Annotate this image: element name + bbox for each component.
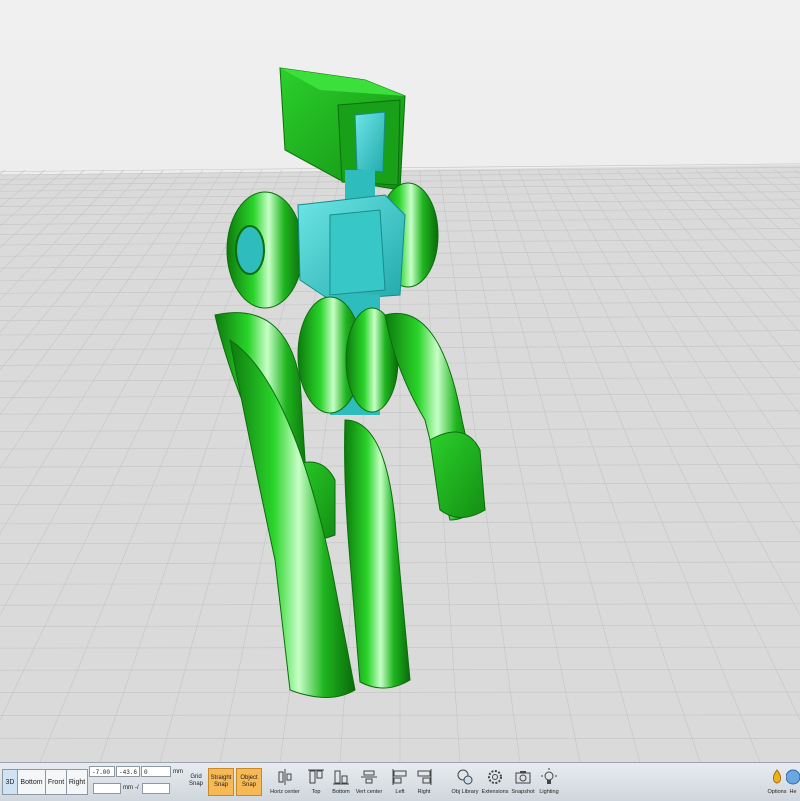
torso-front <box>330 210 385 295</box>
view-bottom-button[interactable]: Bottom <box>17 769 46 795</box>
lighting-label: Lighting <box>539 789 558 795</box>
left-shoulder-hub <box>236 226 264 274</box>
3d-viewport[interactable] <box>0 0 800 762</box>
align-right-button[interactable]: Right <box>409 766 439 798</box>
object-snap-label-2: Snap <box>242 782 256 789</box>
extensions-gear-icon <box>486 768 504 786</box>
options-flame-icon <box>768 768 786 786</box>
view-right-button[interactable]: Right <box>66 769 88 795</box>
align-horiz-center-label: Horiz center <box>270 789 300 795</box>
align-top-icon <box>307 768 325 786</box>
bottom-toolbar: 3D Bottom Front Right -7.00 -43.6 0 mm m… <box>0 762 800 801</box>
coord-y-field[interactable]: -43.6 <box>116 766 140 777</box>
align-vert-center-button[interactable]: Vert center <box>354 766 384 798</box>
help-button[interactable]: He <box>786 766 800 798</box>
lighting-button[interactable]: Lighting <box>534 766 564 798</box>
align-right-label: Right <box>418 789 431 795</box>
align-vert-center-icon <box>360 768 378 786</box>
object-snap-label-1: Object <box>240 775 257 782</box>
grid-snap-label-1: Grid <box>190 774 201 781</box>
help-globe-icon <box>786 768 800 786</box>
robot-neck <box>345 170 375 200</box>
align-left-icon <box>391 768 409 786</box>
straight-snap-label-2: Snap <box>214 782 228 789</box>
coord-z-field[interactable]: 0 <box>141 766 171 777</box>
object-snap-toggle[interactable]: Object Snap <box>236 768 262 796</box>
extensions-label: Extensions <box>482 789 509 795</box>
options-label: Options <box>768 789 787 795</box>
straight-snap-toggle[interactable]: Straight Snap <box>208 768 234 796</box>
angle-field[interactable] <box>142 783 170 794</box>
angle-separator: -/ <box>135 785 139 791</box>
help-label: He <box>789 789 796 795</box>
align-bottom-icon <box>332 768 350 786</box>
size-unit-label: mm <box>123 785 133 791</box>
align-top-label: Top <box>312 789 321 795</box>
snapshot-label: Snapshot <box>511 789 534 795</box>
view-front-button[interactable]: Front <box>45 769 67 795</box>
coord-x-field[interactable]: -7.00 <box>89 766 115 777</box>
align-horiz-center-button[interactable]: Horiz center <box>270 766 300 798</box>
align-bottom-button[interactable]: Bottom <box>326 766 356 798</box>
obj-library-button[interactable]: Obj Library <box>450 766 480 798</box>
align-vert-center-label: Vert center <box>356 789 383 795</box>
obj-library-icon <box>456 768 474 786</box>
align-bottom-label: Bottom <box>332 789 349 795</box>
size-field[interactable] <box>93 783 121 794</box>
obj-library-label: Obj Library <box>452 789 479 795</box>
grid-snap-toggle[interactable]: Grid Snap <box>184 768 208 794</box>
extensions-button[interactable]: Extensions <box>480 766 510 798</box>
view-3d-button[interactable]: 3D <box>2 769 18 795</box>
align-left-label: Left <box>395 789 404 795</box>
lightbulb-icon <box>540 768 558 786</box>
camera-icon <box>514 768 532 786</box>
coord-unit-label: mm <box>173 769 183 775</box>
grid-snap-label-2: Snap <box>189 781 203 788</box>
align-horiz-center-icon <box>276 768 294 786</box>
straight-snap-label-1: Straight <box>211 775 232 782</box>
head-slot <box>355 112 385 172</box>
align-right-icon <box>415 768 433 786</box>
